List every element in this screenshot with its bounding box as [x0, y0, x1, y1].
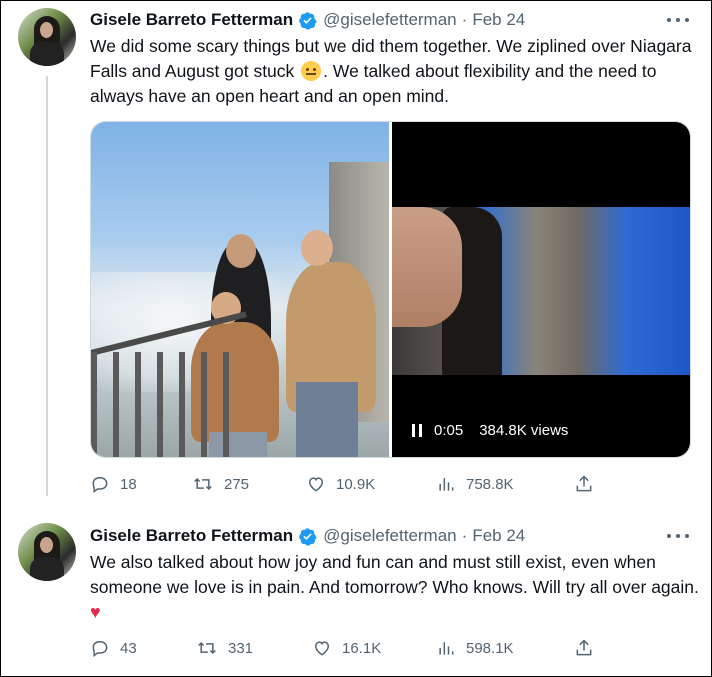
red-heart-emoji-icon: ♥	[90, 602, 101, 622]
thread-connector-line	[46, 76, 48, 496]
pause-icon[interactable]	[412, 424, 422, 437]
repost-button[interactable]: 331	[196, 638, 253, 658]
like-icon	[308, 477, 324, 492]
reply-icon	[92, 641, 108, 657]
tweet-header: Gisele Barreto Fetterman @giselefetterma…	[90, 8, 525, 32]
repost-icon	[198, 641, 216, 655]
neutral-face-emoji-icon	[301, 61, 322, 81]
like-icon	[314, 641, 330, 656]
tweet-media: 0:05 384.8K views	[90, 121, 691, 458]
tweet-actions: 18 275 10.9K 758.8K	[90, 474, 610, 496]
tweet-date[interactable]: Feb 24	[472, 526, 525, 546]
tweet-text-part: We also talked about how joy and fun can…	[90, 552, 699, 597]
avatar[interactable]	[18, 8, 76, 66]
reply-count: 18	[120, 475, 137, 493]
more-options-icon[interactable]	[667, 531, 689, 541]
video-player[interactable]: 0:05 384.8K views	[392, 122, 690, 457]
share-icon	[576, 475, 592, 492]
views-button[interactable]: 598.1K	[436, 638, 514, 658]
avatar[interactable]	[18, 523, 76, 581]
reply-button[interactable]: 43	[90, 638, 137, 658]
reply-button[interactable]: 18	[90, 474, 137, 494]
views-chart-icon	[439, 478, 454, 491]
photo-niagara-falls[interactable]	[91, 122, 389, 457]
display-name[interactable]: Gisele Barreto Fetterman	[90, 526, 293, 546]
repost-icon	[194, 477, 212, 491]
reply-count: 43	[120, 639, 137, 657]
repost-count: 331	[228, 639, 254, 657]
repost-button[interactable]: 275	[192, 474, 249, 494]
more-options-icon[interactable]	[667, 15, 689, 25]
repost-count: 275	[224, 475, 250, 493]
display-name[interactable]: Gisele Barreto Fetterman	[90, 10, 293, 30]
video-views: 384.8K views	[479, 422, 569, 439]
share-icon	[576, 639, 592, 656]
reply-icon	[92, 477, 108, 493]
verified-badge-icon	[299, 527, 317, 546]
like-button[interactable]: 16.1K	[312, 638, 381, 658]
tweet-date[interactable]: Feb 24	[472, 10, 525, 30]
views-button[interactable]: 758.8K	[436, 474, 514, 494]
tweet-text: We did some scary things but we did them…	[90, 34, 700, 109]
video-time: 0:05	[434, 422, 464, 439]
tweet-actions: 43 331 16.1K 598.1K	[90, 638, 610, 660]
views-count: 598.1K	[466, 639, 514, 657]
tweet-header: Gisele Barreto Fetterman @giselefetterma…	[90, 524, 525, 548]
handle[interactable]: @giselefetterman	[323, 10, 457, 30]
video-controls: 0:05 384.8K views	[412, 422, 568, 439]
handle[interactable]: @giselefetterman	[323, 526, 457, 546]
tweet-thread: Gisele Barreto Fetterman @giselefetterma…	[0, 0, 712, 677]
views-chart-icon	[439, 642, 454, 655]
verified-badge-icon	[299, 11, 317, 30]
like-count: 10.9K	[336, 475, 376, 493]
views-count: 758.8K	[466, 475, 514, 493]
share-button[interactable]	[574, 638, 594, 663]
separator-dot: ·	[461, 10, 468, 29]
separator-dot: ·	[461, 526, 468, 545]
like-button[interactable]: 10.9K	[306, 474, 375, 494]
like-count: 16.1K	[342, 639, 382, 657]
tweet-text: We also talked about how joy and fun can…	[90, 550, 700, 625]
share-button[interactable]	[574, 474, 594, 499]
